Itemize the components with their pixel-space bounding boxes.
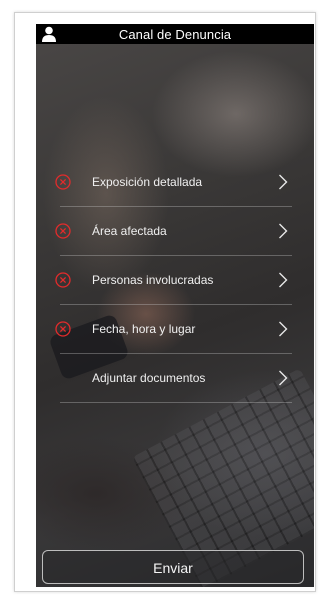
top-bar: Canal de Denuncia — [36, 24, 314, 44]
chevron-right-icon — [279, 321, 288, 337]
menu-item-area-afectada[interactable]: Área afectada — [55, 207, 292, 256]
error-circle-icon — [55, 272, 71, 288]
error-circle-icon — [55, 223, 71, 239]
error-circle-icon — [55, 321, 71, 337]
report-sections-list: Exposición detallada Área afectada Perso… — [55, 158, 292, 403]
menu-item-label: Fecha, hora y lugar — [92, 322, 196, 336]
menu-item-personas-involucradas[interactable]: Personas involucradas — [55, 256, 292, 305]
menu-item-adjuntar-documentos[interactable]: Adjuntar documentos — [60, 354, 292, 403]
menu-item-exposicion-detallada[interactable]: Exposición detallada — [55, 158, 292, 207]
menu-item-label: Área afectada — [92, 224, 167, 238]
chevron-right-icon — [279, 223, 288, 239]
error-circle-icon — [55, 174, 71, 190]
chevron-right-icon — [279, 272, 288, 288]
menu-item-label: Exposición detallada — [92, 175, 203, 189]
menu-item-label: Adjuntar documentos — [92, 371, 206, 385]
menu-item-fecha-hora-lugar[interactable]: Fecha, hora y lugar — [55, 305, 292, 354]
chevron-right-icon — [279, 370, 288, 386]
menu-item-label: Personas involucradas — [92, 273, 214, 287]
app-title: Canal de Denuncia — [118, 27, 232, 42]
chevron-right-icon — [279, 174, 288, 190]
app-screen: Canal de Denuncia Exposición detallada Á… — [36, 24, 314, 587]
send-button[interactable]: Enviar — [42, 550, 304, 584]
